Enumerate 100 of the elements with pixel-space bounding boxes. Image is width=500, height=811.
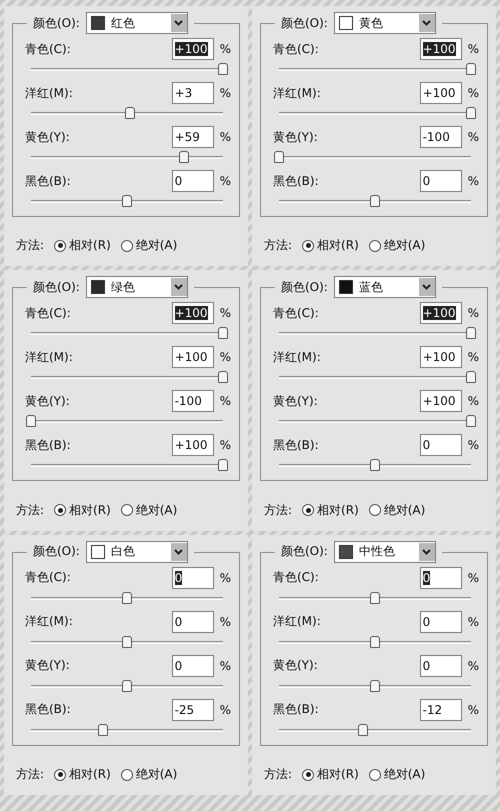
percent-sign: % bbox=[468, 702, 479, 717]
value-field[interactable]: 0 bbox=[172, 170, 214, 192]
value-field[interactable]: -12 bbox=[420, 698, 462, 721]
percent-sign: % bbox=[468, 658, 479, 673]
slider-label: 洋红(M): bbox=[25, 613, 73, 630]
percent-sign: % bbox=[220, 438, 231, 452]
value-field[interactable]: 0 bbox=[420, 566, 462, 589]
radio-option[interactable]: 绝对(A) bbox=[368, 237, 426, 254]
radio-option[interactable]: 相对(R) bbox=[302, 502, 359, 519]
slider-thumb[interactable] bbox=[98, 724, 108, 736]
value-field[interactable]: -100 bbox=[172, 390, 214, 412]
slider-thumb[interactable] bbox=[122, 680, 132, 692]
value-field[interactable]: +100 bbox=[420, 38, 462, 60]
slider-label: 黄色(Y): bbox=[25, 657, 70, 674]
slider-thumb[interactable] bbox=[370, 636, 380, 648]
slider-label: 黄色(Y): bbox=[25, 392, 70, 410]
value-field[interactable]: +100 bbox=[420, 302, 462, 324]
value-field[interactable]: -25 bbox=[172, 698, 214, 721]
value-field[interactable]: +3 bbox=[172, 82, 214, 104]
slider-thumb[interactable] bbox=[358, 724, 368, 736]
radio-option[interactable]: 绝对(A) bbox=[120, 502, 178, 519]
value-field[interactable]: 0 bbox=[172, 610, 214, 633]
radio-option[interactable]: 绝对(A) bbox=[368, 502, 426, 519]
percent-sign: % bbox=[468, 42, 479, 56]
value-field[interactable]: +100 bbox=[420, 346, 462, 368]
slider-label: 黑色(B): bbox=[25, 172, 71, 190]
radio-option[interactable]: 相对(R) bbox=[54, 237, 111, 254]
radio-option[interactable]: 相对(R) bbox=[54, 502, 111, 519]
percent-sign: % bbox=[468, 306, 479, 320]
value-field[interactable]: 0 bbox=[420, 434, 462, 456]
value-field[interactable]: +100 bbox=[172, 346, 214, 368]
slider-thumb[interactable] bbox=[370, 592, 380, 604]
field-label: 颜色(O): bbox=[33, 543, 80, 560]
slider-thumb[interactable] bbox=[466, 327, 476, 340]
method-label: 方法: bbox=[16, 766, 44, 783]
slider-thumb[interactable] bbox=[466, 415, 476, 428]
slider-thumb[interactable] bbox=[466, 371, 476, 384]
percent-sign: % bbox=[220, 306, 231, 320]
value-field[interactable]: 0 bbox=[420, 654, 462, 677]
slider-thumb[interactable] bbox=[178, 151, 189, 163]
slider-label: 黄色(Y): bbox=[273, 657, 318, 674]
slider-thumb[interactable] bbox=[274, 151, 284, 163]
value-field[interactable]: +59 bbox=[172, 126, 214, 148]
slider-thumb[interactable] bbox=[370, 195, 380, 207]
slider-label: 洋红(M): bbox=[273, 613, 321, 630]
slider-label: 青色(C): bbox=[273, 304, 319, 322]
field-label: 颜色(O): bbox=[33, 14, 80, 32]
value-field[interactable]: +100 bbox=[172, 38, 214, 60]
radio-option[interactable]: 相对(R) bbox=[54, 766, 111, 783]
slider-thumb[interactable] bbox=[466, 63, 476, 75]
percent-sign: % bbox=[220, 394, 231, 408]
slider-label: 洋红(M): bbox=[273, 348, 321, 366]
color-dropdown[interactable]: 白色 bbox=[86, 540, 188, 563]
value-field[interactable]: +100 bbox=[420, 390, 462, 412]
slider-label: 黑色(B): bbox=[25, 701, 71, 718]
slider-thumb[interactable] bbox=[466, 107, 476, 119]
slider-thumb[interactable] bbox=[370, 680, 380, 692]
slider-label: 青色(C): bbox=[25, 569, 71, 586]
slider-label: 黑色(B): bbox=[25, 436, 71, 454]
slider-thumb[interactable] bbox=[218, 459, 228, 472]
caret-icon bbox=[170, 542, 187, 561]
value-field[interactable]: 0 bbox=[420, 170, 462, 192]
color-dropdown[interactable]: 黄色 bbox=[334, 12, 436, 34]
value-field[interactable]: +100 bbox=[172, 434, 214, 456]
slider-thumb[interactable] bbox=[218, 327, 228, 340]
color-dropdown[interactable]: 红色 bbox=[86, 12, 188, 34]
percent-sign: % bbox=[468, 570, 479, 585]
slider-thumb[interactable] bbox=[218, 63, 228, 75]
value-field[interactable]: 0 bbox=[172, 566, 214, 589]
field-label: 颜色(O): bbox=[33, 278, 80, 296]
radio-option[interactable]: 绝对(A) bbox=[120, 766, 178, 783]
radio-option[interactable]: 相对(R) bbox=[302, 237, 359, 254]
slider-thumb[interactable] bbox=[218, 371, 228, 384]
value-field[interactable]: -100 bbox=[420, 126, 462, 148]
value-field[interactable]: +100 bbox=[172, 302, 214, 324]
color-dropdown[interactable]: 绿色 bbox=[86, 276, 188, 298]
slider-thumb[interactable] bbox=[26, 415, 36, 428]
value-field[interactable]: 0 bbox=[172, 654, 214, 677]
color-dropdown[interactable]: 蓝色 bbox=[334, 276, 436, 298]
radio-option[interactable]: 绝对(A) bbox=[120, 237, 178, 254]
percent-sign: % bbox=[220, 42, 231, 56]
method-label: 方法: bbox=[16, 237, 44, 254]
slider-thumb[interactable] bbox=[370, 459, 380, 472]
slider-thumb[interactable] bbox=[124, 107, 135, 119]
slider-thumb[interactable] bbox=[122, 195, 132, 207]
caret-icon bbox=[170, 14, 187, 32]
percent-sign: % bbox=[220, 614, 231, 629]
slider-thumb[interactable] bbox=[122, 636, 132, 648]
caret-icon bbox=[418, 542, 435, 561]
color-dropdown[interactable]: 中性色 bbox=[334, 540, 436, 563]
method-label: 方法: bbox=[264, 502, 292, 519]
method-label: 方法: bbox=[16, 502, 44, 519]
slider-label: 黑色(B): bbox=[273, 436, 319, 454]
value-field[interactable]: +100 bbox=[420, 82, 462, 104]
slider-thumb[interactable] bbox=[122, 592, 132, 604]
value-field[interactable]: 0 bbox=[420, 610, 462, 633]
radio-option[interactable]: 相对(R) bbox=[302, 766, 359, 783]
percent-sign: % bbox=[468, 86, 479, 100]
radio-option[interactable]: 绝对(A) bbox=[368, 766, 426, 783]
percent-sign: % bbox=[220, 350, 231, 364]
